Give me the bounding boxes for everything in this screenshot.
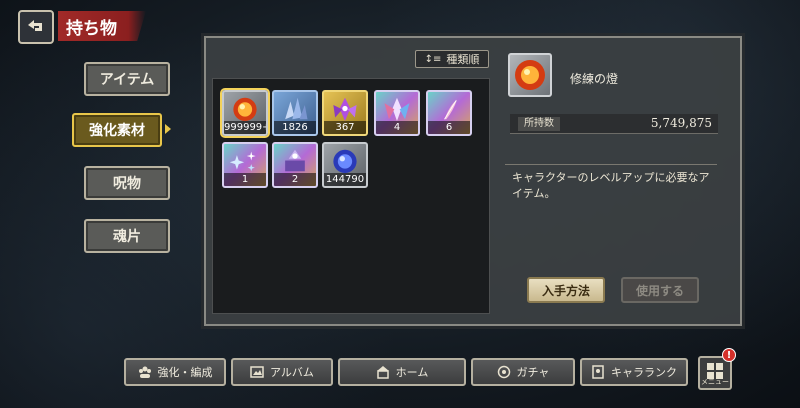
detail-item-name: 修練の燈 <box>570 72 619 86</box>
back-arrow-icon <box>28 20 42 31</box>
home-icon <box>376 366 389 379</box>
nav-enhance-button[interactable]: 強化・編成 <box>124 358 226 386</box>
gacha-icon <box>497 365 510 379</box>
item-count: 1 <box>224 173 266 186</box>
orb-blue-icon <box>333 149 357 174</box>
tab-curses[interactable]: 呪物 <box>84 166 170 200</box>
item-slot[interactable]: 2 <box>272 142 318 188</box>
sort-label: 種類順 <box>446 53 480 66</box>
item-slot[interactable]: 999999+ <box>222 90 268 136</box>
nav-home-label: ホーム <box>395 366 429 379</box>
character-icon <box>592 365 604 379</box>
nav-ranking-label: キャラランク <box>611 366 677 379</box>
owned-value: 5,749,875 <box>650 116 712 130</box>
sort-icon: ↕≡ <box>424 53 442 65</box>
nav-ranking-button[interactable]: キャラランク <box>580 358 688 386</box>
tab-materials[interactable]: 強化素材 <box>72 113 162 147</box>
page-title: 持ち物 <box>58 11 146 41</box>
item-slot[interactable]: 4 <box>374 90 420 136</box>
nav-album-button[interactable]: アルバム <box>231 358 333 386</box>
notification-badge: ! <box>722 348 736 362</box>
item-count: 1826 <box>274 121 316 134</box>
crystal-rainbow-icon <box>384 97 410 122</box>
owned-count-row: 所持数 5,749,875 <box>510 114 718 134</box>
nav-gacha-label: ガチャ <box>516 366 550 379</box>
tab-soul-fragments[interactable]: 魂片 <box>84 219 170 253</box>
menu-label: メニュー <box>701 378 729 386</box>
use-button[interactable]: 使用する <box>621 277 699 303</box>
item-count: 999999+ <box>224 121 268 134</box>
item-count: 144790 <box>324 173 366 186</box>
item-count: 367 <box>324 121 366 134</box>
back-button[interactable] <box>18 10 54 44</box>
nav-album-label: アルバム <box>270 366 314 379</box>
box-purple-icon <box>285 149 305 172</box>
item-count: 6 <box>428 121 470 134</box>
detail-item-icon <box>508 53 552 97</box>
nav-gacha-button[interactable]: ガチャ <box>471 358 575 386</box>
orb-red-icon <box>233 97 257 122</box>
owned-label: 所持数 <box>518 117 560 131</box>
item-count: 4 <box>376 121 418 134</box>
sparkle-blue-icon <box>229 151 256 172</box>
tab-items[interactable]: アイテム <box>84 62 170 96</box>
obtain-method-button[interactable]: 入手方法 <box>527 277 605 303</box>
item-count: 2 <box>274 173 316 186</box>
feather-icon <box>444 99 458 120</box>
divider <box>505 164 717 165</box>
active-tab-arrow-icon <box>165 124 171 134</box>
item-slot[interactable]: 144790 <box>322 142 368 188</box>
item-slot[interactable]: 1826 <box>272 90 318 136</box>
nav-home-button[interactable]: ホーム <box>338 358 466 386</box>
item-description: キャラクターのレベルアップに必要なアイテム。 <box>512 171 710 200</box>
team-icon <box>138 366 151 378</box>
crystal-blue-icon <box>285 97 308 120</box>
crystal-purple-icon <box>333 97 357 122</box>
item-slot[interactable]: 6 <box>426 90 472 136</box>
orb-red-icon <box>515 60 545 90</box>
nav-enhance-label: 強化・編成 <box>157 366 213 379</box>
item-slot[interactable]: 1 <box>222 142 268 188</box>
item-slot[interactable]: 367 <box>322 90 368 136</box>
sort-button[interactable]: ↕≡ 種類順 <box>415 50 489 68</box>
album-icon <box>250 366 264 378</box>
